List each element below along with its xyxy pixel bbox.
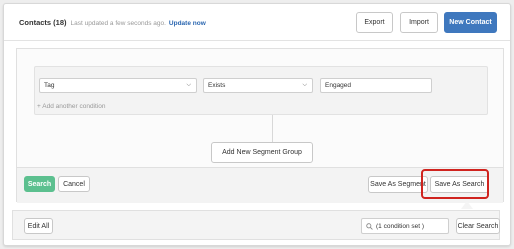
new-contact-button[interactable]: New Contact <box>444 12 497 33</box>
export-button[interactable]: Export <box>356 12 393 33</box>
popover-pointer <box>461 201 473 209</box>
update-now-link[interactable]: Update now <box>169 20 206 27</box>
connector-line <box>272 115 273 142</box>
condition-operator-value: Exists <box>208 82 226 89</box>
condition-operator-select[interactable]: Exists ⌵ <box>203 78 313 93</box>
clear-search-button[interactable]: Clear Search <box>456 218 500 234</box>
add-segment-group-button[interactable]: Add New Segment Group <box>211 142 313 163</box>
search-summary-text: (1 condition set ) <box>376 222 425 230</box>
save-as-segment-button[interactable]: Save As Segment <box>368 176 428 193</box>
condition-value-text: Engaged <box>325 82 352 89</box>
contacts-header: Contacts (18) Last updated a few seconds … <box>4 4 510 41</box>
last-updated-text: Last updated a few seconds ago. <box>70 20 166 27</box>
page-title: Contacts (18) <box>19 18 67 27</box>
header-title-line: Contacts (18) Last updated a few seconds … <box>19 18 206 27</box>
edit-all-button[interactable]: Edit All <box>24 218 53 234</box>
cancel-button[interactable]: Cancel <box>58 176 90 192</box>
chevron-down-icon: ⌵ <box>186 82 191 88</box>
condition-value-input[interactable]: Engaged <box>320 78 432 93</box>
search-button[interactable]: Search <box>24 176 55 192</box>
contacts-toolbar: Edit All (1 condition set ) Clear Search <box>12 210 500 240</box>
condition-field-value: Tag <box>44 82 55 89</box>
condition-field-select[interactable]: Tag ⌵ <box>39 78 197 93</box>
search-icon <box>366 222 373 230</box>
chevron-down-icon: ⌵ <box>302 82 307 88</box>
import-button[interactable]: Import <box>400 12 438 33</box>
condition-group: Tag ⌵ Exists ⌵ Engaged + Add another con… <box>34 66 488 115</box>
search-summary-field[interactable]: (1 condition set ) <box>361 218 449 234</box>
save-as-search-highlight <box>421 169 489 199</box>
add-condition-link[interactable]: + Add another condition <box>37 103 106 110</box>
